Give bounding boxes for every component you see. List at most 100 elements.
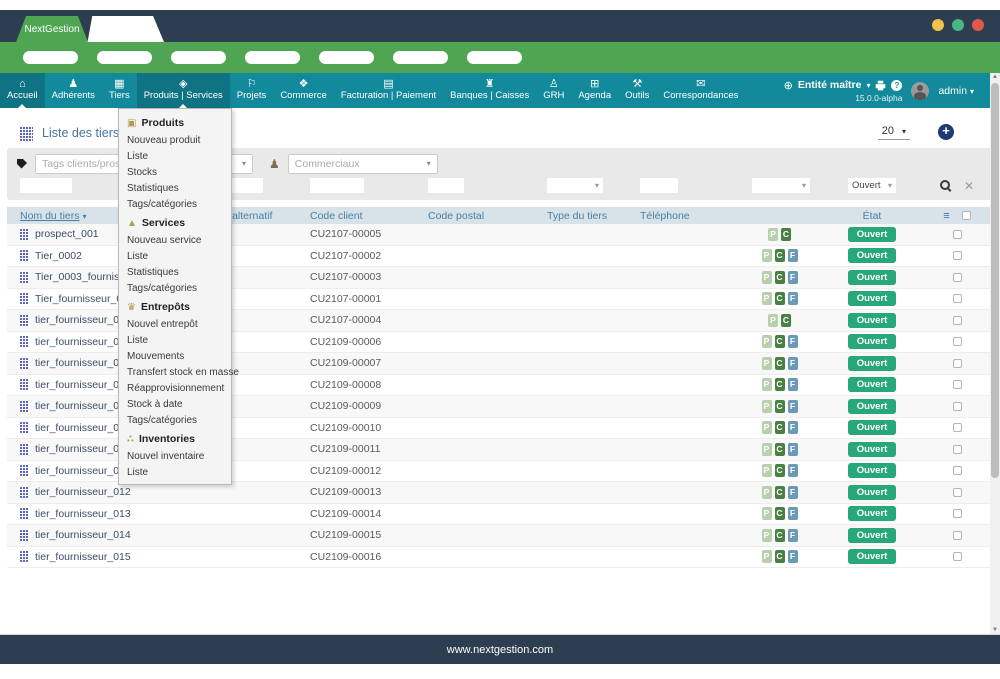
window-control-button[interactable]: [972, 19, 984, 31]
table-row[interactable]: tier_fournisseur_015 CU2109-00016 PCF Ou…: [7, 547, 992, 569]
menu-item[interactable]: Tags/catégories: [119, 280, 231, 296]
nav-item[interactable]: ♟ Adhérents: [45, 73, 102, 108]
search-icon[interactable]: [940, 180, 952, 192]
entity-selector[interactable]: ⊕ Entité maître ▾ ? 15.0.0-alpha: [784, 79, 903, 103]
print-icon[interactable]: [875, 80, 886, 91]
nav-item[interactable]: ♜ Banques | Caisses: [443, 73, 536, 108]
tier-name-link[interactable]: tier_fournisseur_012: [35, 486, 131, 498]
status-badge: Ouvert: [848, 270, 897, 285]
col-header-nom-du-tiers[interactable]: Nom du tiers: [20, 210, 80, 222]
tier-name-link[interactable]: tier_fournisseur_013: [35, 508, 131, 520]
tier-name-link[interactable]: Tier_0002: [35, 250, 82, 262]
menu-item[interactable]: Statistiques: [119, 180, 231, 196]
building-icon: [20, 465, 29, 476]
row-checkbox[interactable]: [953, 488, 962, 497]
select-all-checkbox[interactable]: [962, 211, 971, 220]
filter-select-type-tiers[interactable]: ▾: [547, 178, 603, 193]
commerciaux-filter-select[interactable]: Commerciaux ▾: [288, 154, 438, 174]
window-control-button[interactable]: [932, 19, 944, 31]
tier-name-link[interactable]: tier_fournisseur_007: [35, 379, 131, 391]
row-checkbox[interactable]: [953, 402, 962, 411]
col-header-code-client[interactable]: Code client: [295, 210, 413, 222]
tier-name-link[interactable]: tier_fournisseur_011: [35, 465, 130, 477]
menu-item[interactable]: Tags/catégories: [119, 196, 231, 212]
menu-item[interactable]: Mouvements: [119, 348, 231, 364]
tier-name-link[interactable]: tier_fournisseur_015: [35, 551, 131, 563]
add-tier-button[interactable]: +: [938, 124, 954, 140]
nav-item[interactable]: ⌂ Accueil: [0, 73, 45, 108]
row-checkbox[interactable]: [953, 509, 962, 518]
menu-item[interactable]: Liste: [119, 464, 231, 480]
row-checkbox[interactable]: [953, 230, 962, 239]
user-avatar[interactable]: [911, 82, 929, 100]
row-checkbox[interactable]: [953, 466, 962, 475]
menu-item[interactable]: Liste: [119, 248, 231, 264]
row-checkbox[interactable]: [953, 445, 962, 454]
help-icon[interactable]: ?: [891, 80, 902, 91]
menu-item[interactable]: Nouvel entrepôt: [119, 316, 231, 332]
tier-name-link[interactable]: prospect_001: [35, 228, 99, 240]
nav-item[interactable]: ✉ Correspondances: [656, 73, 745, 108]
tier-name-link[interactable]: tier_fournisseur_006: [35, 357, 131, 369]
menu-item[interactable]: Tags/catégories: [119, 412, 231, 428]
window-control-button[interactable]: [952, 19, 964, 31]
menu-item[interactable]: Liste: [119, 148, 231, 164]
scrollbar-thumb[interactable]: [991, 83, 999, 478]
scrollbar-up-arrow[interactable]: ▲: [990, 74, 1000, 80]
nav-item[interactable]: ▤ Facturation | Paiement: [334, 73, 443, 108]
row-checkbox[interactable]: [953, 552, 962, 561]
filter-input-code-client[interactable]: [310, 178, 364, 193]
clear-filters-icon[interactable]: ✕: [964, 180, 974, 192]
nav-item-icon: ⚒: [632, 78, 642, 90]
tier-name-link[interactable]: tier_fournisseur_010: [35, 443, 131, 455]
filter-input-nom[interactable]: [20, 178, 72, 193]
tier-name-link[interactable]: tier_fournisseur_008: [35, 400, 131, 412]
filter-input-telephone[interactable]: [640, 178, 678, 193]
menu-item[interactable]: Nouveau produit: [119, 132, 231, 148]
vertical-scrollbar[interactable]: ▲ ▼: [990, 73, 1000, 634]
nav-item[interactable]: ▦ Tiers: [102, 73, 137, 108]
menu-item[interactable]: Réapprovisionnement: [119, 380, 231, 396]
row-checkbox[interactable]: [953, 294, 962, 303]
tier-name-link[interactable]: tier_fournisseur_014: [35, 529, 131, 541]
tier-name-link[interactable]: tier_fournisseur_004: [35, 314, 131, 326]
list-view-icon[interactable]: ≡: [943, 210, 949, 222]
table-row[interactable]: tier_fournisseur_013 CU2109-00014 PCF Ou…: [7, 504, 992, 526]
menu-item[interactable]: Stocks: [119, 164, 231, 180]
nature-badges-cell: PC: [737, 228, 822, 241]
filter-input-code-postal[interactable]: [428, 178, 464, 193]
nav-item[interactable]: ♙ GRH: [536, 73, 571, 108]
menu-item[interactable]: Transfert stock en masse: [119, 364, 231, 380]
menu-item[interactable]: Nouvel inventaire: [119, 448, 231, 464]
row-checkbox[interactable]: [953, 337, 962, 346]
nav-item[interactable]: ❖ Commerce: [273, 73, 333, 108]
nav-item[interactable]: ⊞ Agenda: [571, 73, 618, 108]
menu-item[interactable]: Stock à date: [119, 396, 231, 412]
row-checkbox[interactable]: [953, 531, 962, 540]
row-checkbox[interactable]: [953, 316, 962, 325]
row-checkbox[interactable]: [953, 359, 962, 368]
menu-item[interactable]: Statistiques: [119, 264, 231, 280]
filter-select-nature[interactable]: ▾: [752, 178, 810, 193]
row-checkbox[interactable]: [953, 423, 962, 432]
filter-select-etat[interactable]: Ouvert▾: [848, 178, 896, 193]
nav-item[interactable]: ⚐ Projets: [230, 73, 274, 108]
user-menu[interactable]: admin ▾: [938, 85, 974, 97]
table-row[interactable]: tier_fournisseur_014 CU2109-00015 PCF Ou…: [7, 525, 992, 547]
menu-item[interactable]: Liste: [119, 332, 231, 348]
row-checkbox[interactable]: [953, 251, 962, 260]
scrollbar-down-arrow[interactable]: ▼: [990, 627, 1000, 633]
page-size-select[interactable]: 20 ▾: [878, 124, 910, 140]
row-checkbox[interactable]: [953, 273, 962, 282]
col-header-code-postal[interactable]: Code postal: [413, 210, 532, 222]
row-checkbox[interactable]: [953, 380, 962, 389]
tier-name-link[interactable]: tier_fournisseur_009: [35, 422, 131, 434]
nav-item[interactable]: ⚒ Outils: [618, 73, 656, 108]
menu-item[interactable]: Nouveau service: [119, 232, 231, 248]
nav-item[interactable]: ◈ Produits | Services: [137, 73, 230, 108]
table-row[interactable]: tier_fournisseur_012 CU2109-00013 PCF Ou…: [7, 482, 992, 504]
col-header-telephone[interactable]: Téléphone: [625, 210, 737, 222]
col-header-etat[interactable]: État: [822, 210, 922, 222]
col-header-type-du-tiers[interactable]: Type du tiers: [532, 210, 625, 222]
tier-name-link[interactable]: tier_fournisseur_005: [35, 336, 131, 348]
